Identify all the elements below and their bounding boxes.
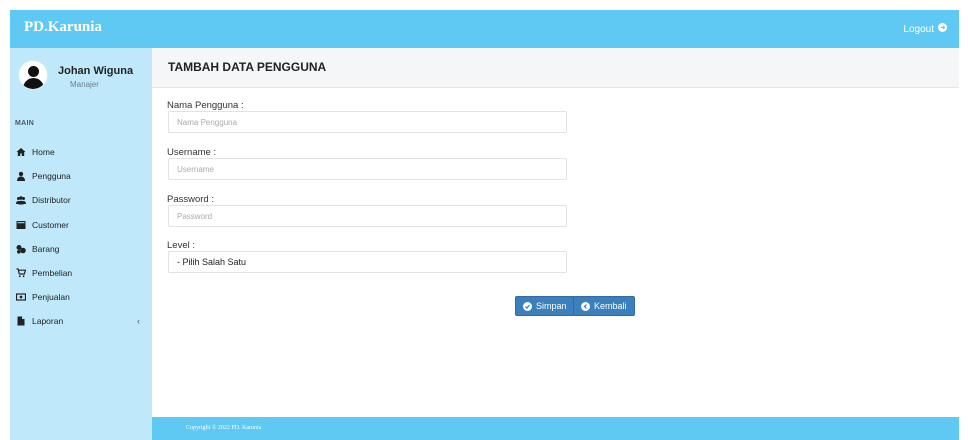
sidebar-item-pembelian[interactable]: Pembelian	[10, 261, 152, 285]
sidebar-item-penjualan[interactable]: Penjualan	[10, 285, 152, 309]
brand-logo[interactable]: PD.Karunia	[24, 19, 102, 36]
top-navbar: PD.Karunia Logout	[10, 10, 959, 48]
sidebar-item-pengguna[interactable]: Pengguna	[10, 164, 152, 188]
avatar-head	[28, 66, 39, 77]
money-icon	[15, 292, 27, 302]
logout-icon	[938, 23, 947, 35]
sidebar-item-label: Penjualan	[32, 292, 70, 303]
home-icon	[15, 147, 27, 157]
sidebar: Johan Wiguna Manajer MAIN Home Pengguna	[10, 48, 152, 440]
username-input[interactable]	[168, 158, 567, 180]
logout-link[interactable]: Logout	[903, 23, 947, 35]
check-circle-icon	[523, 301, 532, 311]
user-panel: Johan Wiguna Manajer	[10, 60, 152, 98]
copyright-text: Copyright © 2022 PD. Karunia	[186, 425, 262, 431]
boxes-icon	[15, 244, 27, 254]
level-select[interactable]: - Pilih Salah Satu	[168, 251, 567, 273]
back-button[interactable]: Kembali	[573, 296, 635, 316]
nama-pengguna-input[interactable]	[168, 111, 567, 133]
main-content: TAMBAH DATA PENGGUNA Nama Pengguna : Use…	[152, 48, 959, 440]
footer: Copyright © 2022 PD. Karunia	[152, 417, 959, 440]
sidebar-item-label: Pembelian	[32, 268, 73, 279]
password-input[interactable]	[168, 205, 567, 227]
user-role: Manajer	[70, 80, 99, 89]
sidebar-item-label: Pengguna	[32, 171, 71, 182]
save-button-label: Simpan	[536, 301, 567, 311]
cart-icon	[15, 268, 27, 278]
back-button-label: Kembali	[594, 301, 627, 311]
page-title: TAMBAH DATA PENGGUNA	[168, 60, 327, 74]
chevron-left-icon: ‹	[137, 316, 140, 327]
sidebar-menu: Home Pengguna Distributor Customer Baran…	[10, 140, 152, 334]
sidebar-item-label: Laporan	[32, 316, 64, 327]
panel-header: TAMBAH DATA PENGGUNA	[152, 48, 959, 88]
user-icon	[15, 171, 27, 182]
sidebar-item-label: Customer	[32, 219, 69, 230]
users-icon	[15, 195, 27, 205]
level-selected-value: - Pilih Salah Satu	[177, 257, 247, 267]
password-label: Password :	[167, 194, 214, 205]
file-icon	[15, 316, 27, 326]
nama-pengguna-label: Nama Pengguna :	[167, 100, 244, 111]
sidebar-item-laporan[interactable]: Laporan ‹	[10, 309, 152, 333]
avatar-body	[23, 78, 44, 89]
sidebar-section-label: MAIN	[15, 120, 35, 127]
sidebar-item-barang[interactable]: Barang	[10, 237, 152, 261]
avatar	[18, 60, 48, 90]
sidebar-item-home[interactable]: Home	[10, 140, 152, 164]
sidebar-item-distributor[interactable]: Distributor	[10, 188, 152, 212]
back-circle-icon	[581, 301, 590, 311]
sidebar-item-label: Barang	[32, 243, 60, 254]
sidebar-item-label: Home	[32, 147, 55, 158]
sidebar-item-customer[interactable]: Customer	[10, 213, 152, 237]
id-card-icon	[15, 220, 27, 230]
app-frame: PD.Karunia Logout Johan Wiguna Manajer M…	[10, 10, 959, 440]
user-name: Johan Wiguna	[58, 65, 134, 77]
sidebar-item-label: Distributor	[32, 195, 71, 206]
logout-label: Logout	[903, 23, 934, 35]
save-button[interactable]: Simpan	[515, 296, 575, 316]
username-label: Username :	[167, 147, 217, 158]
level-label: Level :	[167, 240, 195, 251]
